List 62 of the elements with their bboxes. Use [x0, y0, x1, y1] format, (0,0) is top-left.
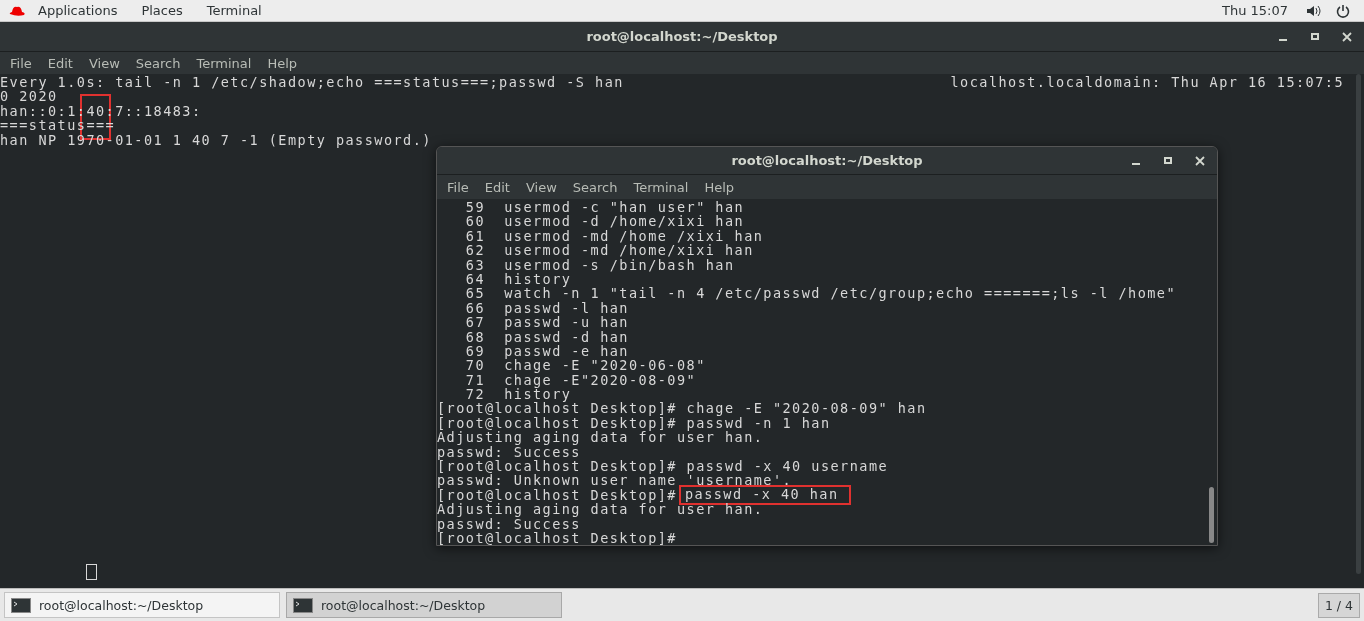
- terminal-line: [root@localhost Desktop]# passwd -n 1 han: [437, 415, 831, 431]
- power-icon[interactable]: [1336, 3, 1350, 18]
- menu-item[interactable]: Edit: [39, 55, 81, 71]
- menu-item[interactable]: Search: [564, 179, 626, 195]
- scrollbar[interactable]: [1356, 74, 1361, 574]
- menu-item[interactable]: View: [80, 55, 128, 71]
- terminal-line: 65 watch -n 1 "tail -n 4 /etc/passwd /etc/group;echo =======;ls -l /home": [464, 286, 1177, 301]
- highlighted-command: passwd -x 40 han: [678, 485, 851, 505]
- terminal-icon: [293, 597, 313, 613]
- terminal-prompt: [root@localhost Desktop]#: [437, 487, 677, 503]
- terminal-line: 72 history: [465, 387, 572, 402]
- terminal-line: Adjusting aging data for user han.: [437, 502, 764, 517]
- terminal-line: 66 passwd -l han: [464, 300, 629, 316]
- top-menu-item[interactable]: Applications: [26, 3, 130, 18]
- workspace-pager[interactable]: 1 / 4: [1317, 592, 1360, 618]
- window-title: root@localhost:~/Desktop: [731, 153, 923, 168]
- terminal-line: 0 2020: [0, 89, 58, 104]
- terminal-line: localhost.localdomain: Thu Apr 16 15:07:5: [950, 75, 1344, 90]
- terminal-line: 61 usermod -md /home /xixi han: [464, 228, 764, 244]
- terminal-line: Every 1.0s: tail -n 1 /etc/shadow;echo ===status===;passwd -S han: [0, 75, 624, 90]
- terminal-line: 70 chage -E "2020-06-08": [464, 358, 706, 373]
- menu-item[interactable]: View: [517, 179, 565, 195]
- volume-icon[interactable]: [1306, 3, 1322, 18]
- taskbar-button[interactable]: root@localhost:~/Desktop: [286, 592, 562, 618]
- terminal-line: 60 usermod -d /home/xixi han: [464, 214, 745, 229]
- text-cursor: [86, 564, 97, 580]
- terminal-line: han NP 1970-01-01 1 40 7 -1 (Empty password.): [0, 132, 432, 147]
- maximize-icon[interactable]: [1310, 31, 1320, 42]
- menu-item[interactable]: File: [439, 179, 477, 195]
- terminal-line: 68 passwd -d han: [464, 329, 629, 344]
- taskbar-button[interactable]: root@localhost:~/Desktop: [4, 592, 280, 618]
- hat-logo-icon[interactable]: [8, 4, 26, 17]
- menu-item[interactable]: Terminal: [625, 179, 697, 195]
- window-title: root@localhost:~/Desktop: [586, 29, 778, 44]
- terminal-line: passwd: Success: [437, 444, 581, 460]
- menu-item[interactable]: File: [2, 55, 40, 71]
- terminal-line: 63 usermod -s /bin/bash han: [464, 257, 735, 272]
- menu-item[interactable]: Help: [259, 55, 306, 71]
- terminal-line: 67 passwd -u han: [464, 315, 629, 330]
- terminal-icon: [11, 597, 31, 613]
- top-menu-item[interactable]: Places: [129, 3, 195, 18]
- menu-item[interactable]: Help: [696, 179, 743, 195]
- close-icon[interactable]: [1195, 155, 1205, 166]
- terminal-line: 69 passwd -e han: [464, 343, 629, 359]
- menu-item[interactable]: Terminal: [188, 55, 260, 71]
- terminal-line: [root@localhost Desktop]# chage -E "2020-08-09" han: [437, 401, 927, 416]
- top-menu-item[interactable]: Terminal: [194, 3, 274, 18]
- terminal-line: passwd: Unknown user name 'username'.: [437, 473, 793, 488]
- maximize-icon[interactable]: [1163, 155, 1173, 166]
- terminal-line: passwd: Success: [437, 516, 581, 531]
- scrollbar[interactable]: [1209, 487, 1214, 543]
- terminal-line: Adjusting aging data for user han.: [437, 430, 764, 445]
- terminal-line: [root@localhost Desktop]# passwd -x 40 username: [437, 459, 889, 474]
- menu-item[interactable]: Search: [127, 55, 189, 71]
- close-icon[interactable]: [1342, 31, 1352, 42]
- terminal-line: 62 usermod -md /home/xixi han: [464, 243, 754, 258]
- terminal-line: 59 usermod -c "han user" han: [464, 200, 745, 215]
- terminal-line: 64 history: [464, 271, 572, 287]
- terminal-line: [root@localhost Desktop]#: [437, 531, 677, 545]
- clock[interactable]: Thu 15:07: [1222, 3, 1288, 18]
- terminal-line: 71 chage -E"2020-08-09": [464, 372, 697, 388]
- menu-item[interactable]: Edit: [476, 179, 518, 195]
